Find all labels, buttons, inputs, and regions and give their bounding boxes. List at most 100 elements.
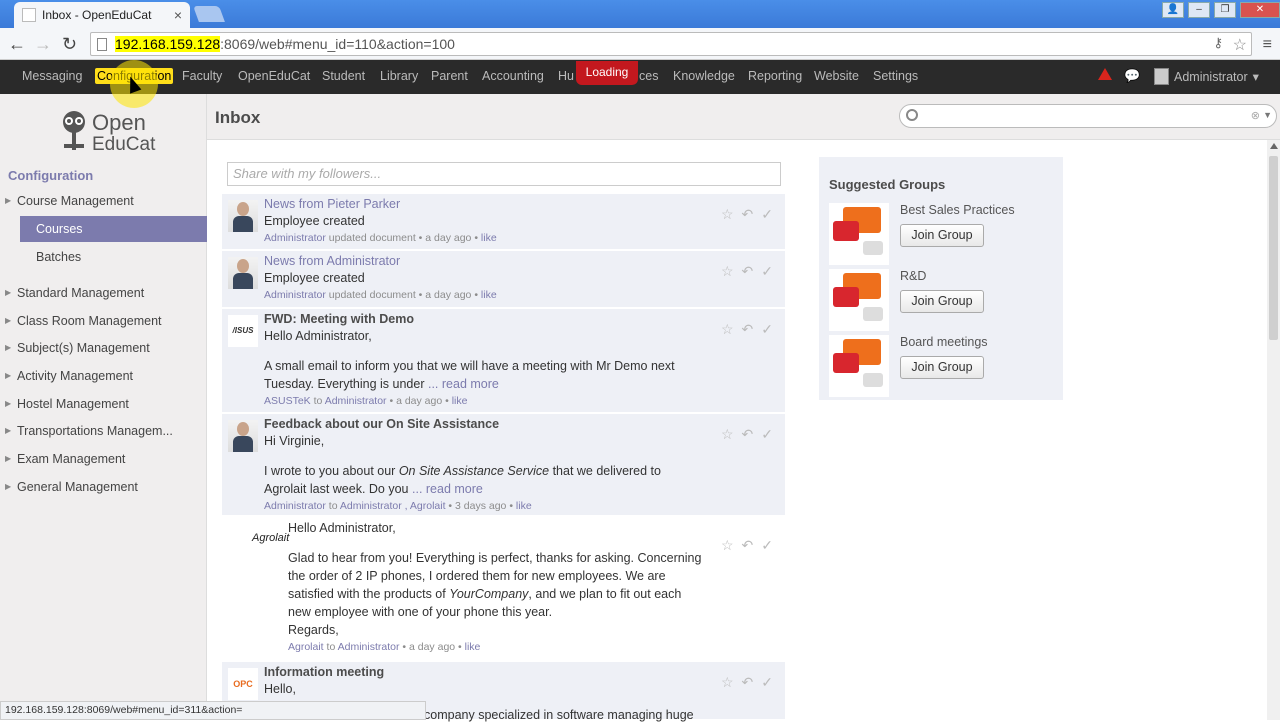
user-icon[interactable]: 👤	[1162, 2, 1184, 18]
user-menu[interactable]: Administrator ▾	[1154, 68, 1259, 85]
message-reply-item[interactable]: Agrolait Hello Administrator, Glad to he…	[222, 517, 785, 660]
like-link[interactable]: like	[452, 395, 468, 407]
maximize-icon[interactable]: ❐	[1214, 2, 1236, 18]
nav-messaging[interactable]: Messaging	[22, 69, 82, 83]
like-link[interactable]: like	[516, 500, 532, 512]
star-icon[interactable]: ☆	[721, 674, 734, 691]
author-link[interactable]: Administrator	[264, 500, 326, 512]
message-subject[interactable]: News from Pieter Parker	[264, 196, 714, 212]
join-group-button[interactable]: Join Group	[900, 356, 984, 379]
message-subject[interactable]: Feedback about our On Site Assistance	[264, 416, 714, 432]
close-window-icon[interactable]: ✕	[1240, 2, 1280, 18]
group-image[interactable]	[829, 269, 889, 331]
join-group-button[interactable]: Join Group	[900, 290, 984, 313]
group-image[interactable]	[829, 203, 889, 265]
sidebar-item-transportations-management[interactable]: ▶ Transportations Managem...	[0, 420, 207, 442]
url-input[interactable]: 192.168.159.128:8069/web#menu_id=110&act…	[90, 32, 1252, 56]
sidebar-item-subjects-management[interactable]: ▶ Subject(s) Management	[0, 337, 207, 359]
key-icon[interactable]: ⚷	[1213, 35, 1223, 51]
reload-icon[interactable]: ↻	[62, 34, 77, 55]
recipient-link[interactable]: Administrator , Agrolait	[340, 500, 446, 512]
asus-avatar[interactable]: /ISUS	[228, 315, 258, 347]
sidebar-item-exam-management[interactable]: ▶ Exam Management	[0, 448, 207, 470]
browser-menu-icon[interactable]: ≡	[1263, 36, 1272, 54]
author-link[interactable]: Agrolait	[288, 641, 324, 653]
join-group-button[interactable]: Join Group	[900, 224, 984, 247]
reply-icon[interactable]: ↶	[742, 537, 754, 554]
check-icon[interactable]: ✓	[761, 263, 773, 280]
scrollbar-thumb[interactable]	[1269, 156, 1278, 340]
sidebar-item-class-room-management[interactable]: ▶ Class Room Management	[0, 310, 207, 332]
back-icon[interactable]: ←	[8, 34, 26, 55]
message-subject[interactable]: FWD: Meeting with Demo	[264, 311, 714, 327]
reply-icon[interactable]: ↶	[742, 321, 754, 338]
star-icon[interactable]: ☆	[721, 321, 734, 338]
sidebar-item-hostel-management[interactable]: ▶ Hostel Management	[0, 393, 207, 415]
search-input[interactable]: ⊗ ▼	[899, 104, 1277, 128]
sidebar-item-course-management[interactable]: ▶ Course Management	[0, 190, 207, 212]
nav-faculty[interactable]: Faculty	[182, 69, 222, 83]
browser-tab[interactable]: Inbox - OpenEduCat ×	[14, 2, 190, 28]
chat-icon[interactable]: 💬	[1124, 68, 1140, 84]
search-dropdown-icon[interactable]: ▼	[1263, 110, 1272, 120]
company-avatar[interactable]: OPC	[228, 668, 258, 700]
share-input[interactable]: Share with my followers...	[227, 162, 781, 186]
group-name[interactable]: Board meetings	[900, 335, 988, 349]
star-icon[interactable]: ☆	[721, 537, 734, 554]
check-icon[interactable]: ✓	[761, 537, 773, 554]
nav-website[interactable]: Website	[814, 69, 859, 83]
reply-icon[interactable]: ↶	[742, 263, 754, 280]
message-subject[interactable]: Information meeting	[264, 664, 714, 680]
nav-knowledge[interactable]: Knowledge	[673, 69, 735, 83]
message-item[interactable]: Feedback about our On Site Assistance Hi…	[222, 414, 785, 516]
sidebar-item-courses[interactable]: Courses	[20, 216, 207, 242]
agrolait-avatar[interactable]: Agrolait	[252, 523, 292, 555]
star-icon[interactable]: ☆	[721, 263, 734, 280]
sidebar-item-standard-management[interactable]: ▶ Standard Management	[0, 282, 207, 304]
alert-icon[interactable]	[1098, 68, 1112, 80]
nav-settings[interactable]: Settings	[873, 69, 918, 83]
new-tab-button[interactable]	[193, 6, 225, 22]
reply-icon[interactable]: ↶	[742, 206, 754, 223]
sidebar-item-activity-management[interactable]: ▶ Activity Management	[0, 365, 207, 387]
clear-search-icon[interactable]: ⊗	[1251, 109, 1260, 122]
check-icon[interactable]: ✓	[761, 321, 773, 338]
nav-student[interactable]: Student	[322, 69, 365, 83]
group-name[interactable]: R&D	[900, 269, 926, 283]
group-image[interactable]	[829, 335, 889, 397]
reply-icon[interactable]: ↶	[742, 674, 754, 691]
star-icon[interactable]: ☆	[721, 206, 734, 223]
like-link[interactable]: like	[481, 289, 497, 301]
read-more-link[interactable]: ... read more	[412, 482, 483, 496]
minimize-icon[interactable]: –	[1188, 2, 1210, 18]
like-link[interactable]: like	[481, 232, 497, 244]
forward-icon[interactable]: →	[34, 34, 52, 55]
nav-library[interactable]: Library	[380, 69, 418, 83]
group-name[interactable]: Best Sales Practices	[900, 203, 1015, 217]
sidebar-item-general-management[interactable]: ▶ General Management	[0, 476, 207, 498]
check-icon[interactable]: ✓	[761, 426, 773, 443]
nav-human-resources[interactable]: Hu	[558, 69, 574, 83]
bookmark-star-icon[interactable]: ☆	[1233, 35, 1247, 55]
recipient-link[interactable]: Administrator	[338, 641, 400, 653]
avatar[interactable]	[228, 420, 258, 452]
message-item[interactable]: News from Pieter Parker Employee created…	[222, 194, 785, 250]
main-scrollbar[interactable]	[1267, 140, 1280, 720]
scroll-up-icon[interactable]	[1270, 143, 1278, 149]
author-link[interactable]: Administrator	[264, 289, 326, 301]
message-subject[interactable]: News from Administrator	[264, 253, 714, 269]
check-icon[interactable]: ✓	[761, 674, 773, 691]
message-item[interactable]: /ISUS FWD: Meeting with Demo Hello Admin…	[222, 309, 785, 413]
sidebar-item-batches[interactable]: Batches	[20, 244, 207, 270]
nav-reporting[interactable]: Reporting	[748, 69, 802, 83]
author-link[interactable]: Administrator	[264, 232, 326, 244]
avatar[interactable]	[228, 200, 258, 232]
close-tab-icon[interactable]: ×	[174, 7, 182, 23]
star-icon[interactable]: ☆	[721, 426, 734, 443]
read-more-link[interactable]: ... read more	[428, 377, 499, 391]
recipient-link[interactable]: Administrator	[325, 395, 387, 407]
nav-parent[interactable]: Parent	[431, 69, 468, 83]
nav-openeducat[interactable]: OpenEduCat	[238, 69, 310, 83]
author-link[interactable]: ASUSTeK	[264, 395, 311, 407]
check-icon[interactable]: ✓	[761, 206, 773, 223]
